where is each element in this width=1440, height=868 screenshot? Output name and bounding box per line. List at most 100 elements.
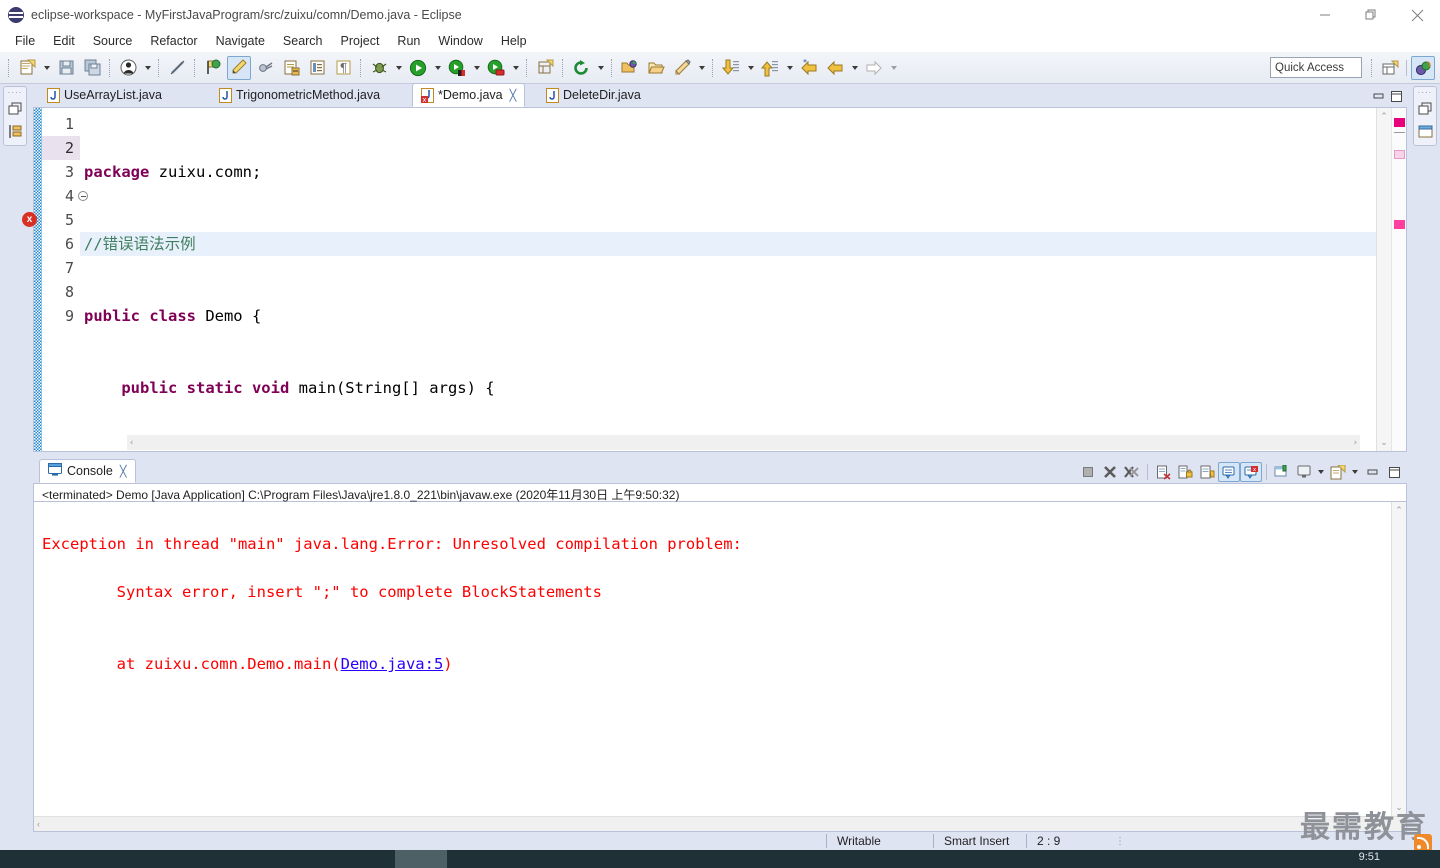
quick-access-input[interactable]: Quick Access (1270, 57, 1362, 78)
save-all-icon[interactable] (80, 56, 104, 80)
open-console-icon[interactable] (1327, 462, 1349, 482)
editor-vertical-scrollbar[interactable]: ⌃ ⌄ (1376, 108, 1391, 451)
new-package-icon[interactable] (533, 56, 557, 80)
menu-item-refactor[interactable]: Refactor (141, 32, 206, 50)
java-perspective-icon[interactable] (1411, 56, 1435, 80)
display-selected-console-dropdown-icon[interactable] (1315, 462, 1327, 482)
status-resize-handle[interactable]: ⋮ (1101, 836, 1140, 847)
pencil-highlight-icon[interactable] (227, 55, 251, 80)
editor-tab-usearraylist[interactable]: UseArrayList.java (39, 83, 170, 107)
close-icon[interactable] (1394, 0, 1440, 30)
editor-overview-ruler[interactable] (1391, 108, 1406, 451)
person-icon[interactable] (116, 56, 140, 80)
external-tools-dropdown-icon[interactable] (509, 56, 522, 80)
display-selected-console-icon[interactable] (1293, 462, 1315, 482)
code-line-1[interactable]: package zuixu.comn; (80, 160, 1376, 184)
back-star-icon[interactable]: * (797, 56, 821, 80)
terminate-icon[interactable] (1077, 462, 1099, 482)
console-vertical-scrollbar[interactable]: ⌃ ⌄ (1391, 502, 1406, 816)
taskbar-active-window[interactable] (395, 850, 447, 868)
minimize-icon[interactable] (1302, 0, 1348, 30)
step-out-dropdown-icon[interactable] (783, 56, 796, 80)
menu-item-navigate[interactable]: Navigate (207, 32, 274, 50)
close-icon[interactable]: ╳ (120, 465, 127, 478)
remove-launch-icon[interactable] (1099, 462, 1121, 482)
link-break-icon[interactable] (165, 56, 189, 80)
code-line-2[interactable]: //错误语法示例 (80, 232, 1376, 256)
back-dropdown-icon[interactable] (848, 56, 861, 80)
build-all-icon[interactable] (253, 56, 277, 80)
hscroll-right-arrow-icon[interactable]: › (1353, 431, 1358, 452)
open-folder-icon[interactable] (618, 56, 642, 80)
clear-console-icon[interactable] (1152, 462, 1174, 482)
editor-tab-trigonometricmethod[interactable]: TrigonometricMethod.java (211, 83, 388, 107)
stacktrace-link[interactable]: Demo.java:5 (341, 655, 444, 673)
restore-view-icon[interactable] (1415, 99, 1435, 119)
remove-all-terminated-icon[interactable] (1121, 462, 1143, 482)
person-dropdown-icon[interactable] (141, 56, 154, 80)
restore-view-icon[interactable] (5, 99, 25, 119)
trim-handle[interactable]: ···· (8, 89, 23, 97)
code-line-3[interactable]: public class Demo { (80, 304, 1376, 328)
open-console-dropdown-icon[interactable] (1349, 462, 1361, 482)
menu-item-source[interactable]: Source (84, 32, 142, 50)
minimize-console-icon[interactable] (1361, 462, 1383, 482)
trim-handle[interactable]: ···· (1418, 89, 1433, 97)
forward-dropdown-icon[interactable] (887, 56, 900, 80)
debug-bug-icon[interactable] (367, 56, 391, 80)
scroll-up-arrow-icon[interactable]: ⌃ (1395, 502, 1403, 519)
menu-item-search[interactable]: Search (274, 32, 332, 50)
pin-console-icon[interactable] (1271, 462, 1293, 482)
hscroll-left-arrow-icon[interactable]: ‹ (129, 431, 134, 452)
pen-dropdown-icon[interactable] (695, 56, 708, 80)
coverage-dropdown-icon[interactable] (470, 56, 483, 80)
package-explorer-icon[interactable] (5, 121, 25, 141)
open-folder-plain-icon[interactable] (644, 56, 668, 80)
menu-item-help[interactable]: Help (492, 32, 536, 50)
maximize-editor-icon[interactable] (1387, 87, 1405, 105)
menu-item-project[interactable]: Project (332, 32, 389, 50)
console-horizontal-scrollbar[interactable]: ‹ (34, 816, 1406, 831)
minimize-editor-icon[interactable] (1369, 87, 1387, 105)
run-external-tools-icon[interactable] (484, 56, 508, 80)
close-icon[interactable]: ╳ (510, 89, 517, 102)
error-marker-icon[interactable]: x (22, 212, 37, 227)
console-tab[interactable]: Console ╳ (39, 459, 136, 483)
scroll-down-arrow-icon[interactable]: ⌄ (1380, 434, 1388, 451)
step-out-icon[interactable] (758, 56, 782, 80)
scroll-down-arrow-icon[interactable]: ⌄ (1395, 799, 1403, 816)
menu-item-file[interactable]: File (6, 32, 44, 50)
refresh-dropdown-icon[interactable] (594, 56, 607, 80)
editor-tab-demo[interactable]: x *Demo.java ╳ (412, 83, 526, 107)
code-line-4[interactable]: public static void main(String[] args) { (80, 376, 1376, 400)
console-output[interactable]: Exception in thread "main" java.lang.Err… (34, 502, 1391, 816)
run-icon[interactable] (406, 56, 430, 80)
overview-error-mark[interactable] (1394, 220, 1405, 229)
new-wizard-dropdown-icon[interactable] (40, 56, 53, 80)
save-icon[interactable] (54, 56, 78, 80)
menu-item-run[interactable]: Run (388, 32, 429, 50)
back-arrow-icon[interactable] (823, 56, 847, 80)
step-into-dropdown-icon[interactable] (744, 56, 757, 80)
refresh-icon[interactable] (569, 56, 593, 80)
open-type-icon[interactable] (305, 56, 329, 80)
outline-view-icon[interactable] (1415, 121, 1435, 141)
word-wrap-icon[interactable] (1196, 462, 1218, 482)
code-text-area[interactable]: package zuixu.comn; //错误语法示例 public clas… (80, 108, 1376, 451)
maximize-console-icon[interactable] (1383, 462, 1405, 482)
editor-tab-deletedir[interactable]: DeleteDir.java (538, 83, 649, 107)
overview-occurrence-mark[interactable] (1394, 150, 1405, 159)
paragraph-icon[interactable]: ¶ (331, 56, 355, 80)
run-dropdown-icon[interactable] (431, 56, 444, 80)
step-into-icon[interactable] (719, 56, 743, 80)
overview-error-mark[interactable] (1394, 118, 1405, 127)
new-wizard-icon[interactable] (15, 56, 39, 80)
build-icon[interactable] (201, 56, 225, 80)
restore-icon[interactable] (1348, 0, 1394, 30)
show-console-on-error-icon[interactable]: x (1240, 462, 1262, 482)
hscroll-left-arrow-icon[interactable]: ‹ (37, 819, 40, 829)
scroll-lock-icon[interactable] (1174, 462, 1196, 482)
editor-horizontal-scrollbar[interactable]: ‹ › (127, 435, 1360, 450)
menu-item-edit[interactable]: Edit (44, 32, 84, 50)
left-minimized-view-stack[interactable]: ···· (3, 86, 27, 146)
